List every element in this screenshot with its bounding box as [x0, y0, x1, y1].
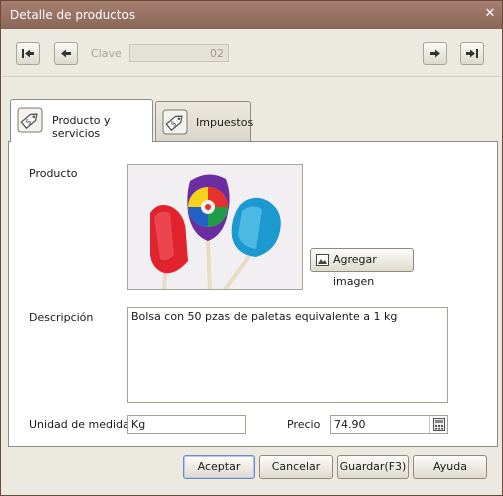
tab-label: Impuestos [196, 116, 254, 129]
product-image [127, 164, 303, 290]
prev-record-icon [61, 49, 71, 58]
add-image-button[interactable]: Agregar imagen [310, 248, 414, 288]
lollipops-image [128, 165, 302, 289]
close-button[interactable]: ✕ [480, 4, 500, 24]
producto-label: Producto [29, 167, 78, 180]
tab-impuestos[interactable]: $ Impuestos [155, 101, 254, 141]
prev-record-button[interactable] [54, 42, 78, 65]
product-detail-window: Detalle de productos ✕ Clave 02 $ Produc… [0, 0, 503, 496]
first-record-icon [22, 49, 34, 58]
precio-label: Precio [287, 418, 321, 431]
tab-producto-servicios[interactable]: $ Producto y servicios [10, 99, 153, 142]
unidad-field[interactable]: Kg [127, 415, 246, 434]
last-record-icon [466, 49, 478, 58]
last-record-button[interactable] [460, 42, 484, 65]
ayuda-button[interactable]: Ayuda [413, 455, 487, 479]
calculator-icon [433, 418, 445, 431]
aceptar-button[interactable]: Aceptar [183, 455, 255, 479]
cancelar-button[interactable]: Cancelar [259, 455, 333, 479]
record-navigation-bar: Clave 02 [3, 29, 500, 77]
precio-value: 74.90 [334, 418, 366, 431]
window-title: Detalle de productos [10, 8, 136, 22]
guardar-button[interactable]: Guardar(F3) [337, 455, 409, 479]
first-record-button[interactable] [16, 42, 40, 65]
unidad-label: Unidad de medida [29, 418, 130, 431]
tab-label: Producto y servicios [52, 114, 111, 140]
title-bar: Detalle de productos ✕ [1, 1, 502, 29]
descripcion-textarea[interactable]: Bolsa con 50 pzas de paletas equivalente… [127, 307, 448, 403]
price-tag-icon: $ [17, 107, 43, 133]
add-image-label: Agregar imagen [333, 253, 377, 288]
clave-label: Clave [91, 47, 122, 60]
clave-field[interactable]: 02 [129, 44, 229, 62]
calculator-button[interactable] [429, 416, 447, 433]
image-icon [316, 254, 329, 266]
descripcion-label: Descripción [29, 311, 94, 324]
next-record-button[interactable] [423, 42, 447, 65]
next-record-icon [430, 49, 440, 58]
price-tag-icon: $ [162, 109, 188, 135]
